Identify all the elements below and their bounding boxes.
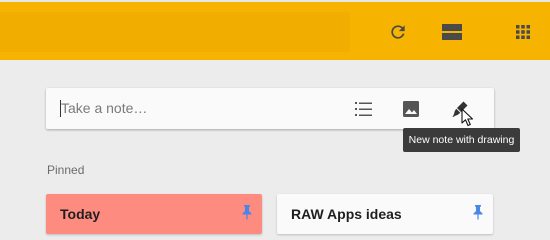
list-view-icon[interactable] <box>440 20 464 44</box>
drawing-tooltip: New note with drawing <box>403 128 520 152</box>
search-bar[interactable] <box>0 12 350 52</box>
take-note-bar[interactable] <box>46 88 494 129</box>
refresh-icon[interactable] <box>386 20 410 44</box>
apps-grid-icon[interactable] <box>511 20 535 44</box>
note-title: Today <box>60 206 101 222</box>
take-note-input[interactable] <box>61 96 331 120</box>
app-header <box>0 0 550 60</box>
note-card-raw-apps-ideas[interactable]: RAW Apps ideas <box>277 194 493 234</box>
mouse-pointer-icon <box>461 108 474 127</box>
pin-icon[interactable] <box>241 204 253 220</box>
new-image-icon[interactable] <box>400 98 422 120</box>
note-title: RAW Apps ideas <box>291 206 402 222</box>
pin-icon[interactable] <box>472 204 484 220</box>
note-card-today[interactable]: Today <box>46 194 262 234</box>
pinned-section-label: Pinned <box>47 163 85 177</box>
new-list-icon[interactable] <box>353 98 375 120</box>
